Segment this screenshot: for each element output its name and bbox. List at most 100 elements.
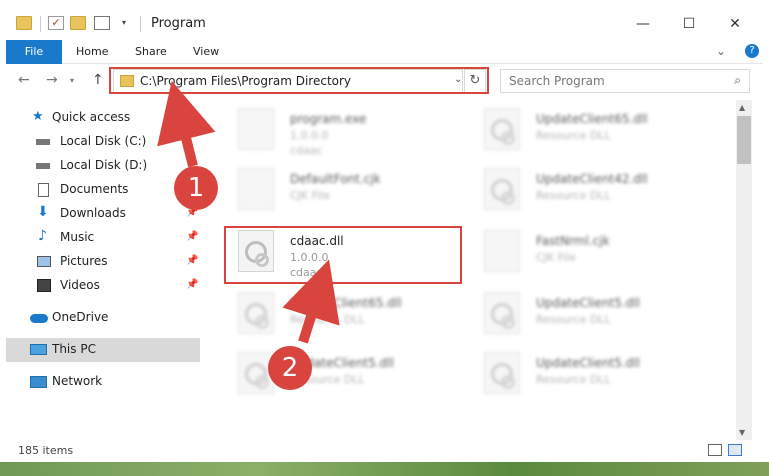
expand-ribbon-icon[interactable]: ⌄ [716, 44, 726, 58]
close-button[interactable]: ✕ [712, 10, 758, 38]
file-item[interactable]: program.exe 1.0.0.0 cdaac [224, 104, 464, 164]
file-item[interactable]: UpdateClient5.dll Resource DLL [470, 348, 710, 408]
file-name: UpdateClient42.dll [536, 172, 648, 186]
minimize-button[interactable]: — [620, 10, 666, 38]
file-highlight-box [224, 226, 462, 284]
cloud-icon [30, 314, 48, 323]
file-type: Resource DLL [290, 313, 365, 326]
scroll-up-icon[interactable]: ▲ [739, 103, 745, 112]
search-icon: ⌕ [734, 73, 741, 87]
nav-item-local-disk-c[interactable]: Local Disk (C:) [6, 130, 200, 154]
dll-icon [484, 168, 520, 210]
details-view-icon[interactable] [708, 444, 722, 456]
file-item[interactable]: UpdateClient5.dll Resource DLL [224, 348, 464, 408]
nav-item-label: Quick access [52, 110, 131, 124]
nav-item-label: Local Disk (D:) [60, 158, 148, 172]
customize-icon[interactable] [94, 16, 110, 30]
window-title: Program [151, 16, 206, 31]
file-type: Resource DLL [536, 313, 611, 326]
title-bar: ✓ ▾ Program — ☐ ✕ [6, 6, 763, 40]
file-name: UpdateClient65.dll [290, 296, 402, 310]
item-count: 185 items [18, 444, 74, 457]
vertical-scrollbar[interactable]: ▲ ▼ [736, 100, 752, 440]
nav-item-pictures[interactable]: Pictures 📌 [6, 250, 200, 274]
file-name: UpdateClient5.dll [536, 356, 640, 370]
dll-icon [484, 292, 520, 334]
file-name: DefaultFont.cjk [290, 172, 381, 186]
back-arrow-icon[interactable]: ← [18, 72, 30, 88]
file-item[interactable]: DefaultFont.cjk CJK File [224, 164, 464, 224]
file-company: cdaac [290, 144, 323, 157]
file-type: CJK File [290, 189, 331, 202]
nav-item-documents[interactable]: Documents [6, 178, 200, 202]
document-icon [38, 183, 49, 197]
nav-item-label: Network [52, 374, 103, 388]
nav-item-downloads[interactable]: ⬇ Downloads 📌 [6, 202, 200, 226]
new-folder-icon[interactable] [70, 16, 86, 30]
navigation-pane: ★ Quick access Local Disk (C:) Local Dis… [6, 100, 200, 440]
help-icon[interactable]: ? [745, 44, 759, 58]
separator [140, 16, 141, 32]
up-arrow-icon[interactable]: ↑ [92, 72, 104, 88]
file-type: Resource DLL [536, 189, 611, 202]
scroll-down-icon[interactable]: ▼ [739, 428, 745, 437]
step-badge-1: 1 [174, 166, 218, 210]
nav-item-this-pc[interactable]: This PC [6, 338, 200, 362]
exe-icon [238, 108, 274, 150]
computer-icon [30, 344, 47, 355]
nav-item-label: Music [60, 230, 95, 244]
file-name: UpdateClient5.dll [536, 296, 640, 310]
nav-item-label: Local Disk (C:) [60, 134, 147, 148]
address-row: ← → ▾ ↑ C:\Program Files\Program Directo… [6, 64, 763, 98]
network-icon [30, 376, 47, 388]
star-icon: ★ [32, 109, 44, 124]
file-item[interactable]: UpdateClient65.dll Resource DLL [470, 104, 710, 164]
nav-item-local-disk-d[interactable]: Local Disk (D:) [6, 154, 200, 178]
dll-icon [238, 292, 274, 334]
desktop-edge-bottom [0, 462, 769, 476]
folder-icon [16, 16, 32, 30]
recent-locations-icon[interactable]: ▾ [70, 76, 74, 85]
nav-item-quick-access[interactable]: ★ Quick access [6, 106, 200, 130]
file-item[interactable]: UpdateClient42.dll Resource DLL [470, 164, 710, 224]
file-type: Resource DLL [536, 129, 611, 142]
nav-item-videos[interactable]: Videos 📌 [6, 274, 200, 298]
maximize-button[interactable]: ☐ [666, 10, 712, 38]
nav-item-music[interactable]: ♪ Music 📌 [6, 226, 200, 250]
pin-icon[interactable]: 📌 [186, 279, 198, 290]
drive-icon [36, 163, 50, 169]
pin-icon[interactable]: 📌 [186, 231, 198, 242]
file-type: Resource DLL [536, 373, 611, 386]
ribbon-tabs: File Home Share View ⌄ ? [6, 40, 763, 64]
file-name: FastNrml.cjk [536, 234, 610, 248]
file-item[interactable]: UpdateClient65.dll Resource DLL [224, 288, 464, 348]
dll-icon [484, 352, 520, 394]
tab-share[interactable]: Share [135, 40, 167, 64]
status-bar: 185 items [6, 440, 763, 462]
scroll-thumb[interactable] [737, 116, 751, 164]
chevron-down-icon[interactable]: ▾ [122, 18, 126, 27]
search-box[interactable]: Search Program ⌕ [500, 69, 750, 93]
address-highlight-box [109, 67, 489, 94]
pin-icon[interactable]: 📌 [186, 255, 198, 266]
nav-item-label: OneDrive [52, 310, 109, 324]
nav-item-onedrive[interactable]: OneDrive [6, 306, 200, 330]
pictures-icon [37, 256, 51, 267]
file-item[interactable]: UpdateClient5.dll Resource DLL [470, 288, 710, 348]
step-badge-2: 2 [268, 346, 312, 390]
file-version: 1.0.0.0 [290, 129, 329, 142]
nav-item-network[interactable]: Network [6, 370, 200, 394]
forward-arrow-icon[interactable]: → [46, 72, 58, 88]
large-icons-view-icon[interactable] [728, 444, 742, 456]
file-item[interactable]: FastNrml.cjk CJK File [470, 226, 710, 286]
tab-file[interactable]: File [6, 40, 62, 64]
properties-check-icon[interactable]: ✓ [48, 16, 64, 30]
drive-icon [36, 139, 50, 145]
video-icon [37, 279, 51, 292]
dll-icon [484, 108, 520, 150]
nav-item-label: Pictures [60, 254, 108, 268]
file-name: program.exe [290, 112, 367, 126]
tab-view[interactable]: View [193, 40, 219, 64]
nav-item-label: Videos [60, 278, 100, 292]
tab-home[interactable]: Home [76, 40, 108, 64]
